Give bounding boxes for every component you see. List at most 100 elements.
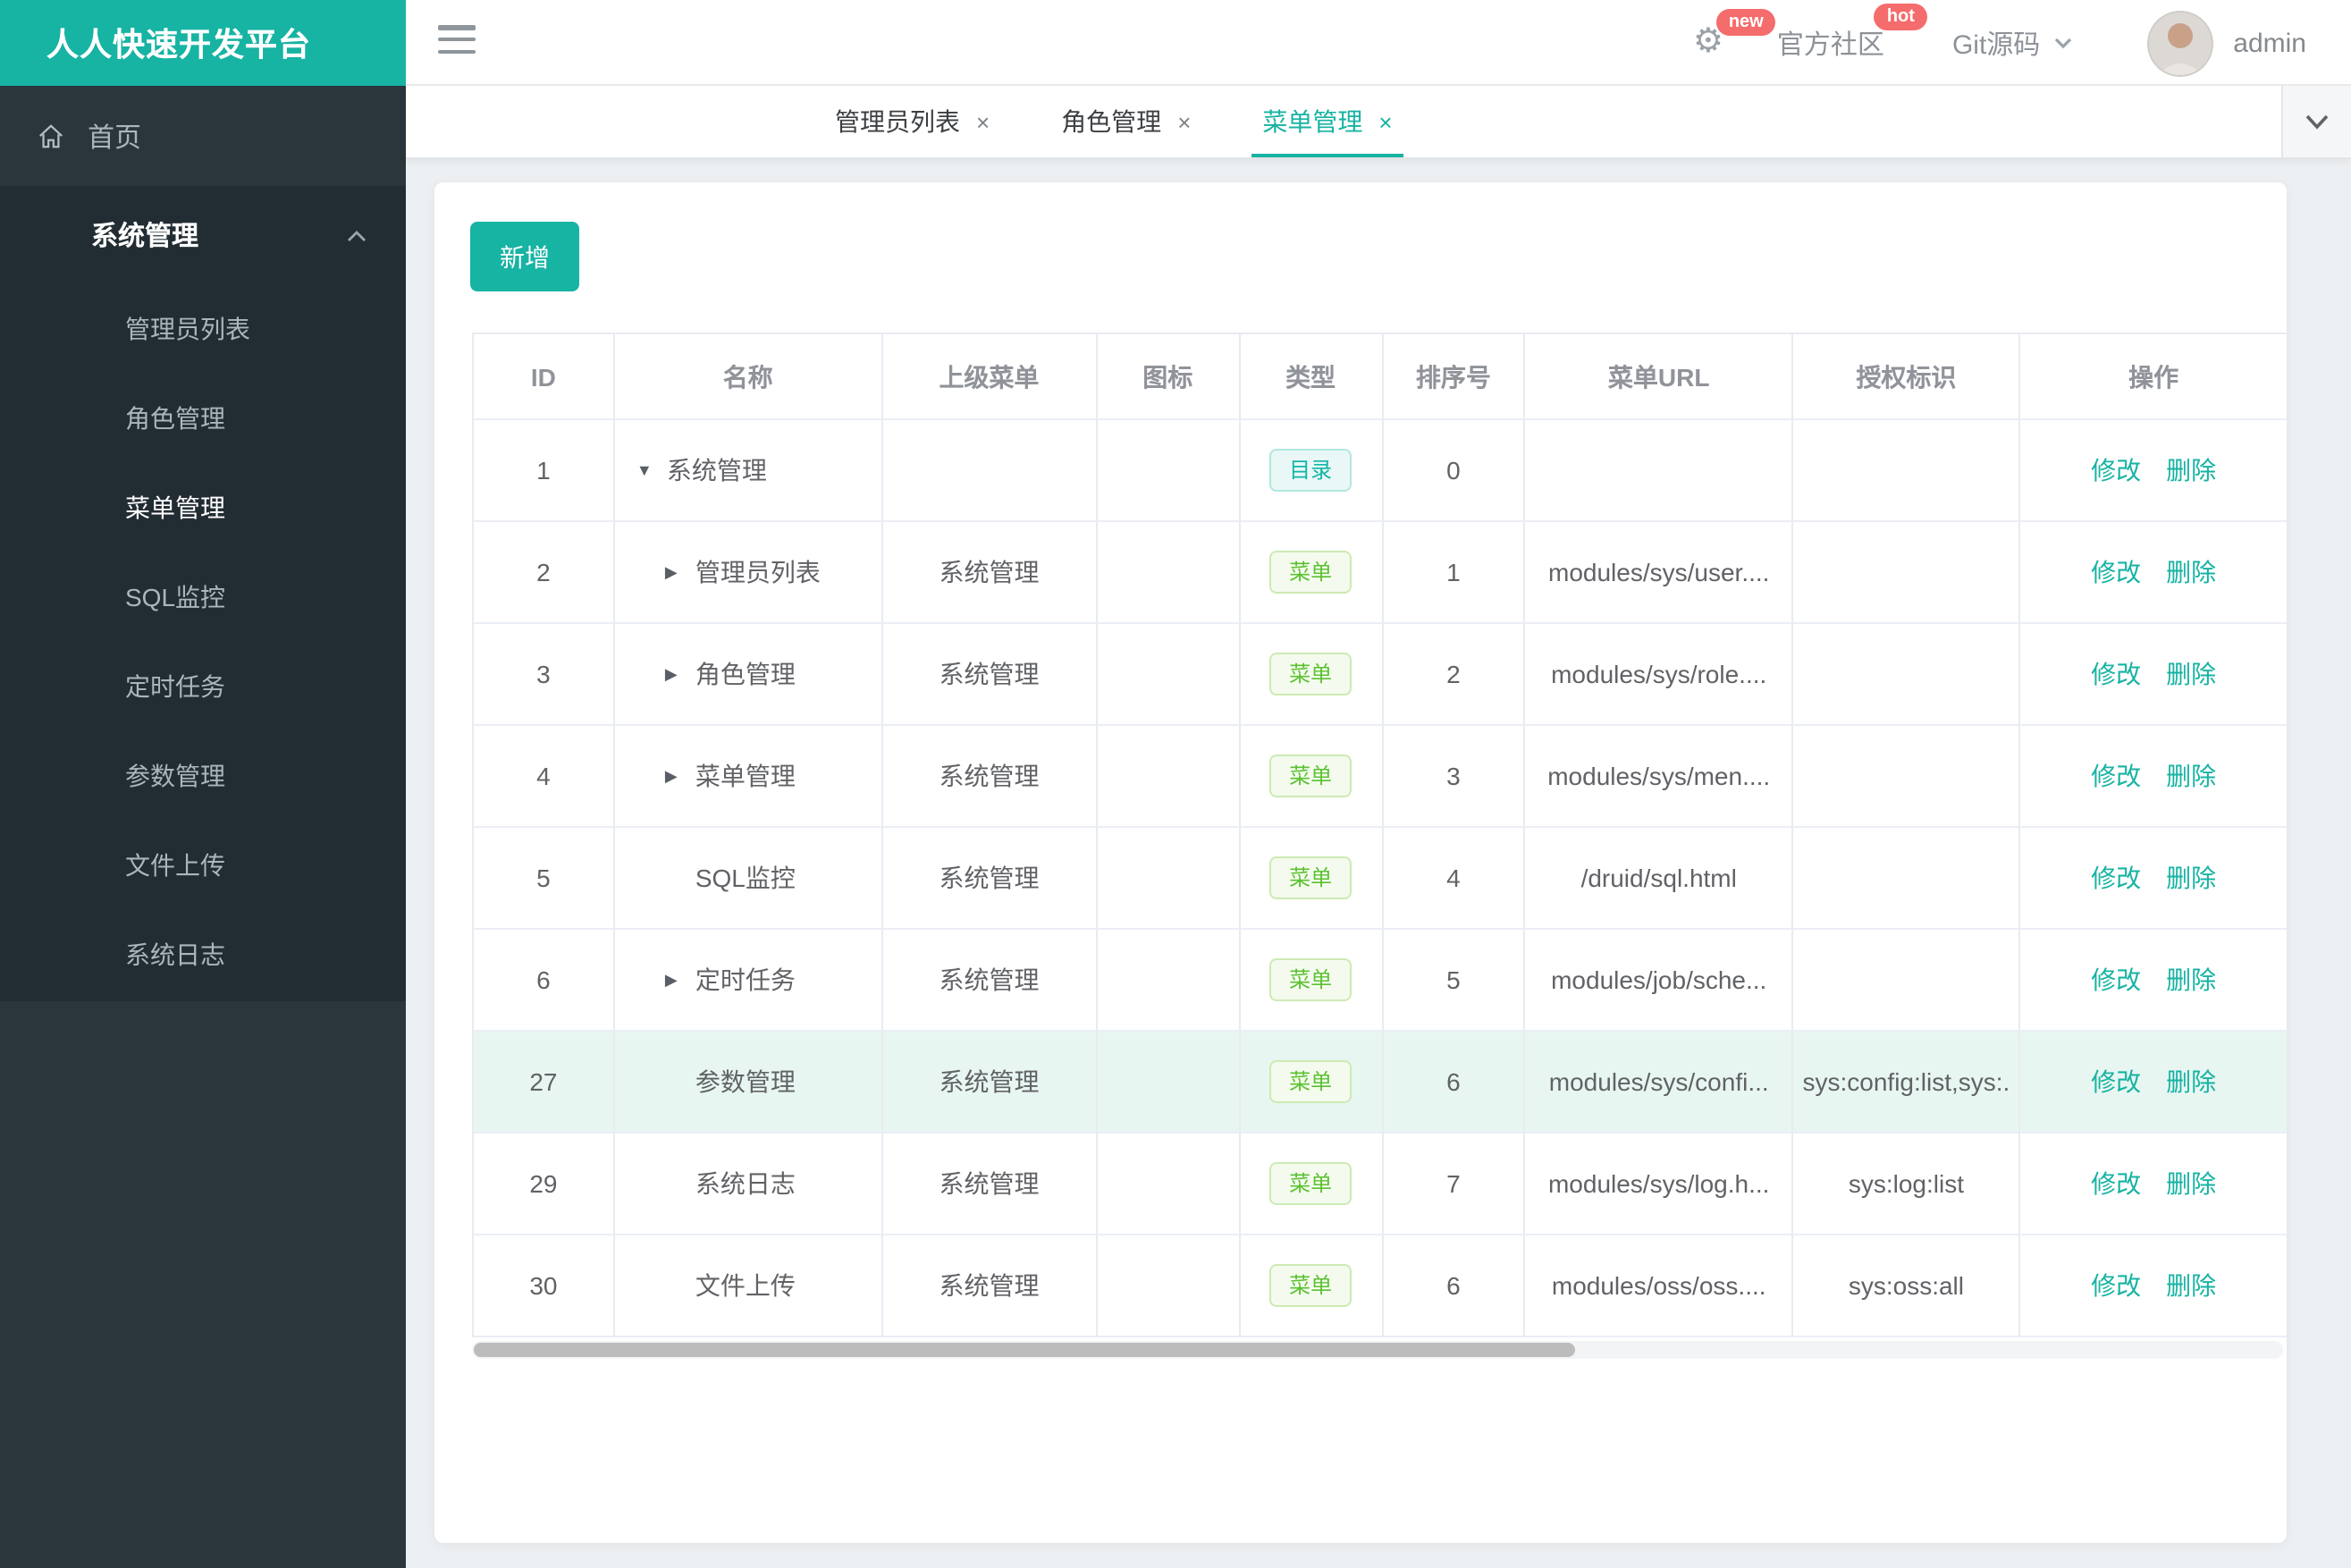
table-row[interactable]: 5 SQL监控 系统管理 菜单 4/druid/sql.html 修改 删除 bbox=[474, 828, 2287, 930]
username-dropdown[interactable]: admin bbox=[2233, 28, 2306, 58]
type-badge: 菜单 bbox=[1269, 754, 1352, 797]
cell-name: ▶ 定时任务 bbox=[614, 930, 883, 1032]
close-icon[interactable]: × bbox=[976, 108, 990, 135]
menu-name-label: 系统日志 bbox=[695, 1169, 796, 1198]
cell-type: 菜单 bbox=[1240, 1032, 1384, 1134]
cell-type: 目录 bbox=[1240, 420, 1383, 522]
cell-id: 27 bbox=[474, 1032, 615, 1134]
cell-perms bbox=[1793, 420, 2021, 522]
tree-expand-icon[interactable]: ▶ bbox=[665, 664, 695, 684]
column-header-5: 排序号 bbox=[1383, 334, 1526, 420]
delete-link[interactable]: 删除 bbox=[2166, 758, 2216, 794]
delete-link[interactable]: 删除 bbox=[2166, 656, 2216, 692]
main-content: 新增 ID 名称 上级菜单 图标 类型 排序号 菜单URL 授权标识 操作 1 ▼ 系统管理 目录 0 修… bbox=[406, 159, 2351, 1568]
tabs-overflow-button[interactable] bbox=[2281, 86, 2351, 157]
tab-menu-mgmt[interactable]: 菜单管理 × bbox=[1251, 86, 1403, 157]
table-row[interactable]: 29 系统日志 系统管理 菜单 7 modules/sys/log.h... sys:log… bbox=[474, 1134, 2287, 1235]
tree-collapse-icon[interactable]: ▼ bbox=[636, 461, 667, 479]
edit-link[interactable]: 修改 bbox=[2091, 1166, 2141, 1201]
cell-id: 29 bbox=[474, 1134, 615, 1235]
table-row[interactable]: 27 参数管理 系统管理 菜单 6 modules/sys/confi... sys:con… bbox=[474, 1032, 2287, 1134]
delete-link[interactable]: 删除 bbox=[2166, 1166, 2216, 1201]
type-badge: 菜单 bbox=[1269, 856, 1352, 899]
delete-link[interactable]: 删除 bbox=[2166, 452, 2216, 488]
type-badge: 菜单 bbox=[1269, 653, 1352, 695]
cell-parent-menu: 系统管理 bbox=[882, 1235, 1098, 1337]
sidebar-group-header[interactable]: 系统管理 bbox=[0, 186, 406, 284]
delete-link[interactable]: 删除 bbox=[2166, 1268, 2216, 1303]
community-label: 官方社区 bbox=[1776, 30, 1884, 60]
close-icon[interactable]: × bbox=[1177, 108, 1191, 135]
table-row[interactable]: 6 ▶ 定时任务 系统管理 菜单 5 modules/job/sche... 修改 删除 bbox=[474, 930, 2287, 1032]
cell-menu-url: modules/oss/oss.... bbox=[1525, 1235, 1794, 1337]
table-row[interactable]: 30 文件上传 系统管理 菜单 6 modules/oss/oss.... sys:oss:… bbox=[474, 1235, 2287, 1337]
cell-type: 菜单 bbox=[1240, 930, 1384, 1032]
column-header-4: 类型 bbox=[1240, 334, 1383, 420]
tab-admin-list[interactable]: 管理员列表 × bbox=[824, 86, 1000, 157]
tab-role-mgmt[interactable]: 角色管理 × bbox=[1050, 86, 1201, 157]
delete-link[interactable]: 删除 bbox=[2166, 554, 2216, 590]
horizontal-scrollbar-track[interactable] bbox=[472, 1341, 2283, 1359]
edit-link[interactable]: 修改 bbox=[2091, 1268, 2141, 1303]
cell-actions: 修改 删除 bbox=[2020, 828, 2287, 930]
cell-icon bbox=[1097, 522, 1241, 624]
tab-label: 角色管理 bbox=[1061, 107, 1162, 136]
delete-link[interactable]: 删除 bbox=[2166, 860, 2216, 896]
cell-id: 2 bbox=[474, 522, 615, 624]
cell-actions: 修改 删除 bbox=[2020, 522, 2287, 624]
cell-perms bbox=[1793, 828, 2021, 930]
git-source-label: Git源码 bbox=[1951, 30, 2041, 60]
cell-perms bbox=[1793, 726, 2021, 828]
table-row[interactable]: 2 ▶ 管理员列表 系统管理 菜单 1 modules/sys/user.... 修改 删除 bbox=[474, 522, 2287, 624]
table-row[interactable]: 1 ▼ 系统管理 目录 0 修改 删除 bbox=[474, 420, 2287, 522]
avatar[interactable] bbox=[2147, 10, 2214, 76]
sidebar-item-role-mgmt[interactable]: 角色管理 bbox=[0, 374, 406, 463]
git-source-dropdown[interactable]: Git源码 bbox=[1952, 24, 2072, 62]
close-icon[interactable]: × bbox=[1378, 108, 1392, 135]
table-row[interactable]: 4 ▶ 菜单管理 系统管理 菜单 3 modules/sys/men.... 修改 删除 bbox=[474, 726, 2287, 828]
sidebar-item-param-mgmt[interactable]: 参数管理 bbox=[0, 731, 406, 821]
tree-expand-icon[interactable]: ▶ bbox=[665, 562, 695, 582]
sidebar-item-sql-monitor[interactable]: SQL监控 bbox=[0, 552, 406, 642]
sidebar-item-system-log[interactable]: 系统日志 bbox=[0, 910, 406, 999]
cell-name: ▶ 管理员列表 bbox=[614, 522, 883, 624]
cell-name: ▶ 角色管理 bbox=[614, 624, 883, 726]
sidebar-item-file-upload[interactable]: 文件上传 bbox=[0, 821, 406, 910]
community-link[interactable]: 官方社区 hot bbox=[1776, 3, 1927, 62]
edit-link[interactable]: 修改 bbox=[2091, 452, 2141, 488]
sidebar: 首页 系统管理 管理员列表 角色管理 菜单管理 SQL监控 定时任务 参数管理 文件上传 系统… bbox=[0, 86, 406, 1568]
menu-name-label: 定时任务 bbox=[695, 965, 796, 994]
edit-link[interactable]: 修改 bbox=[2091, 860, 2141, 896]
tree-expand-icon[interactable]: ▶ bbox=[665, 766, 695, 786]
menu-name-label: 参数管理 bbox=[695, 1067, 796, 1096]
cell-id: 4 bbox=[474, 726, 615, 828]
sidebar-home-label: 首页 bbox=[88, 122, 142, 153]
sidebar-group-system: 系统管理 管理员列表 角色管理 菜单管理 SQL监控 定时任务 参数管理 文件上传 系统日志 bbox=[0, 186, 406, 1001]
edit-link[interactable]: 修改 bbox=[2091, 1064, 2141, 1100]
type-badge: 菜单 bbox=[1269, 551, 1352, 594]
edit-link[interactable]: 修改 bbox=[2091, 554, 2141, 590]
tab-label: 管理员列表 bbox=[835, 107, 960, 136]
chevron-down-icon bbox=[2305, 114, 2329, 130]
edit-link[interactable]: 修改 bbox=[2091, 656, 2141, 692]
delete-link[interactable]: 删除 bbox=[2166, 962, 2216, 998]
cell-name: ▼ 系统管理 bbox=[614, 420, 883, 522]
horizontal-scrollbar-thumb[interactable] bbox=[474, 1343, 1575, 1357]
cell-actions: 修改 删除 bbox=[2020, 1235, 2287, 1337]
cell-perms: sys:oss:all bbox=[1793, 1235, 2021, 1337]
settings-menu[interactable]: ⚙ new bbox=[1693, 9, 1776, 61]
add-button[interactable]: 新增 bbox=[470, 222, 579, 291]
sidebar-toggle-icon[interactable] bbox=[438, 25, 477, 61]
brand-logo[interactable]: 人人快速开发平台 bbox=[0, 0, 406, 86]
sidebar-item-home[interactable]: 首页 bbox=[0, 86, 406, 186]
sidebar-item-scheduled-tasks[interactable]: 定时任务 bbox=[0, 642, 406, 731]
table-row[interactable]: 3 ▶ 角色管理 系统管理 菜单 2 modules/sys/role.... 修改 删除 bbox=[474, 624, 2287, 726]
delete-link[interactable]: 删除 bbox=[2166, 1064, 2216, 1100]
sidebar-item-menu-mgmt[interactable]: 菜单管理 bbox=[0, 463, 406, 552]
sidebar-item-admin-list[interactable]: 管理员列表 bbox=[0, 284, 406, 374]
edit-link[interactable]: 修改 bbox=[2091, 758, 2141, 794]
cell-order: 7 bbox=[1383, 1134, 1526, 1235]
tree-expand-icon[interactable]: ▶ bbox=[665, 970, 695, 990]
menu-name-label: 管理员列表 bbox=[695, 558, 821, 586]
edit-link[interactable]: 修改 bbox=[2091, 962, 2141, 998]
